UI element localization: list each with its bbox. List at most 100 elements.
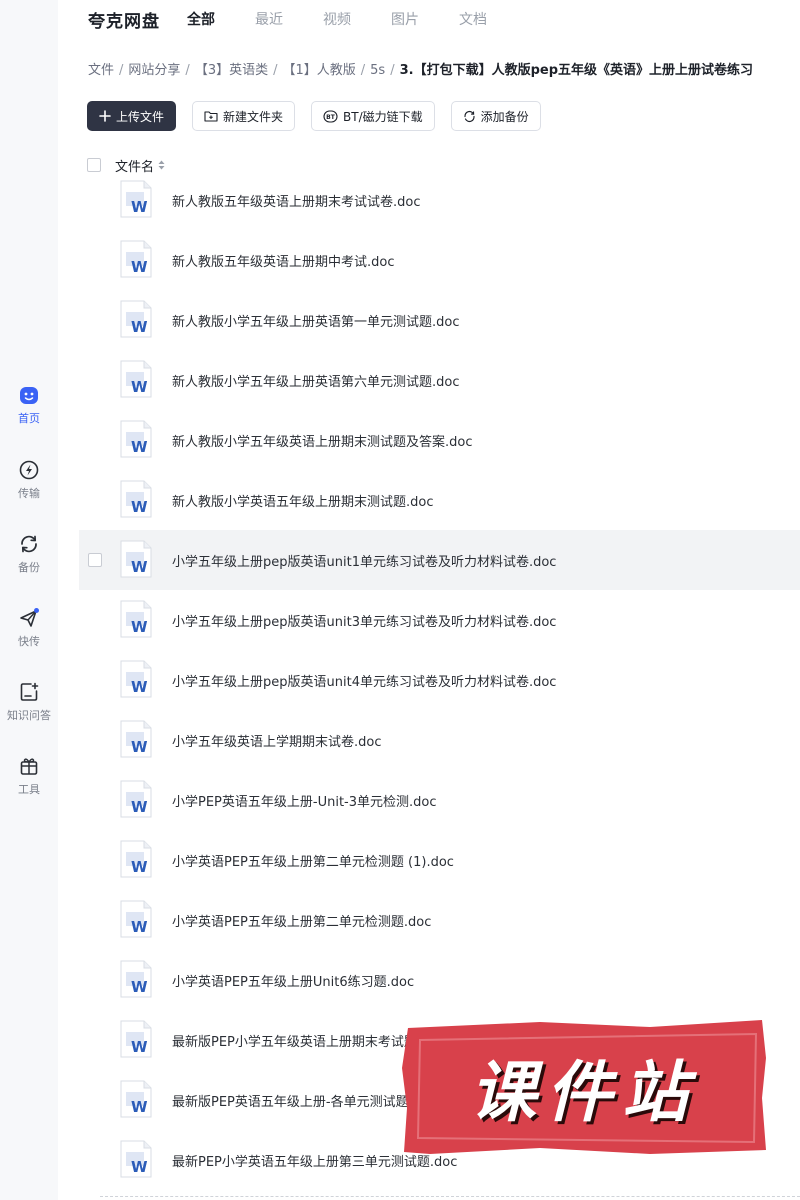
- breadcrumb-english[interactable]: 【3】英语类: [195, 63, 268, 78]
- word-doc-icon: W: [120, 1140, 152, 1178]
- word-doc-icon: W: [120, 300, 152, 338]
- breadcrumb-site-share[interactable]: 网站分享: [128, 63, 180, 78]
- word-doc-icon: W: [120, 480, 152, 518]
- word-doc-icon: W: [120, 720, 152, 758]
- breadcrumb-separator: /: [185, 63, 190, 78]
- sync-icon: [464, 110, 475, 122]
- nav-item-knowledge-qa[interactable]: 知识问答: [0, 681, 58, 723]
- svg-text:W: W: [131, 558, 148, 576]
- breadcrumb-files[interactable]: 文件: [88, 63, 114, 78]
- breadcrumb-separator: /: [360, 63, 366, 78]
- app-title: 夸克网盘: [88, 12, 160, 32]
- word-doc-icon: W: [120, 900, 152, 938]
- file-name: 小学英语PEP五年级上册Unit6练习题.doc: [172, 975, 415, 990]
- nav-item-backup[interactable]: 备份: [0, 533, 58, 575]
- file-row[interactable]: W 小学PEP英语五年级上册-Unit-3单元检测.doc: [79, 770, 800, 830]
- svg-text:W: W: [131, 618, 148, 636]
- file-row[interactable]: W 新人教版五年级英语上册期中考试.doc: [79, 230, 800, 290]
- word-doc-icon: W: [120, 660, 152, 698]
- file-name: 小学英语PEP五年级上册第二单元检测题.doc: [172, 915, 432, 930]
- svg-text:W: W: [131, 678, 148, 696]
- toolbox-icon: [20, 758, 38, 775]
- file-row[interactable]: W 小学五年级上册pep版英语unit4单元练习试卷及听力材料试卷.doc: [79, 650, 800, 710]
- file-name: 新人教版五年级英语上册期末考试试卷.doc: [172, 195, 421, 210]
- new-folder-button[interactable]: 新建文件夹: [192, 101, 296, 131]
- word-doc-icon: W: [120, 780, 152, 818]
- folder-plus-icon: [204, 111, 218, 122]
- file-name: 新人教版小学五年级英语上册期末测试题及答案.doc: [172, 435, 473, 450]
- file-row[interactable]: W 新人教版五年级英语上册期末考试试卷.doc: [79, 170, 800, 230]
- svg-text:W: W: [131, 258, 148, 276]
- nav-item-home[interactable]: 首页: [0, 384, 58, 426]
- svg-text:W: W: [131, 738, 148, 756]
- svg-text:W: W: [131, 798, 148, 816]
- tab-video[interactable]: 视频: [323, 9, 351, 29]
- file-name: 新人教版小学五年级上册英语第一单元测试题.doc: [172, 315, 460, 330]
- file-name: 小学英语PEP五年级上册第二单元检测题 (1).doc: [172, 855, 454, 870]
- file-name: 小学五年级英语上学期期末试卷.doc: [172, 735, 382, 750]
- file-name: 新人教版小学五年级上册英语第六单元测试题.doc: [172, 375, 460, 390]
- upload-file-label: 上传文件: [116, 109, 165, 124]
- file-row-checkbox[interactable]: [88, 553, 102, 567]
- add-backup-button[interactable]: 添加备份: [450, 101, 541, 131]
- svg-text:W: W: [131, 498, 148, 516]
- file-name: 小学五年级上册pep版英语unit4单元练习试卷及听力材料试卷.doc: [172, 675, 557, 690]
- file-name: 小学PEP英语五年级上册-Unit-3单元检测.doc: [172, 795, 437, 810]
- breadcrumb-current-folder: 3.【打包下载】人教版pep五年级《英语》上册上册试卷练习: [399, 63, 754, 78]
- word-doc-icon: W: [120, 1020, 152, 1058]
- svg-text:W: W: [131, 1038, 148, 1056]
- breadcrumb-separator: /: [390, 63, 395, 78]
- file-name: 小学五年级上册pep版英语unit3单元练习试卷及听力材料试卷.doc: [172, 615, 557, 630]
- tab-images[interactable]: 图片: [391, 9, 419, 29]
- file-row[interactable]: W 新人教版小学英语五年级上册期末测试题.doc: [79, 470, 800, 530]
- bt-magnet-icon: BT: [323, 109, 338, 123]
- file-row[interactable]: W 小学五年级上册pep版英语unit3单元练习试卷及听力材料试卷.doc: [79, 590, 800, 650]
- upload-file-button[interactable]: 上传文件: [87, 101, 177, 131]
- left-nav-rail: 首页 传输 备份 快传 知识问答 工具: [0, 0, 58, 1200]
- breadcrumb: 文件 / 网站分享 / 【3】英语类 / 【1】人教版 / 5s / 3.【打包下载】人教版pep五…: [88, 59, 800, 78]
- list-divider: [100, 1196, 800, 1197]
- word-doc-icon: W: [120, 840, 152, 878]
- nav-home-label: 首页: [18, 412, 40, 425]
- svg-text:W: W: [131, 318, 148, 336]
- bt-magnet-download-button[interactable]: BT BT/磁力链下载: [311, 101, 435, 131]
- watermark-stamp: 课件站: [400, 1018, 768, 1156]
- word-doc-icon: W: [120, 540, 152, 578]
- file-row[interactable]: W 小学五年级上册pep版英语unit1单元练习试卷及听力材料试卷.doc: [79, 530, 800, 590]
- breadcrumb-5s[interactable]: 5s: [370, 63, 385, 78]
- toolbar: 上传文件 新建文件夹 BT BT/磁力链下载 添加备份: [87, 101, 557, 131]
- svg-text:W: W: [131, 198, 148, 216]
- new-folder-label: 新建文件夹: [223, 109, 284, 124]
- file-row[interactable]: W 小学英语PEP五年级上册第二单元检测题 (1).doc: [79, 830, 800, 890]
- tab-recent[interactable]: 最近: [255, 9, 283, 29]
- nav-item-transfer[interactable]: 传输: [0, 459, 58, 501]
- nav-quick-send-label: 快传: [18, 635, 40, 648]
- breadcrumb-pep[interactable]: 【1】人教版: [282, 63, 355, 78]
- file-name: 小学五年级上册pep版英语unit1单元练习试卷及听力材料试卷.doc: [172, 555, 557, 570]
- word-doc-icon: W: [120, 1080, 152, 1118]
- add-backup-label: 添加备份: [480, 109, 529, 124]
- file-row[interactable]: W 新人教版小学五年级英语上册期末测试题及答案.doc: [79, 410, 800, 470]
- watermark-text: 课件站: [470, 1054, 698, 1131]
- nav-tools-label: 工具: [18, 783, 40, 796]
- tab-all[interactable]: 全部: [187, 9, 215, 29]
- file-row[interactable]: W 新人教版小学五年级上册英语第六单元测试题.doc: [79, 350, 800, 410]
- nav-transfer-label: 传输: [18, 487, 40, 500]
- tab-documents[interactable]: 文档: [459, 9, 487, 29]
- file-row[interactable]: W 小学五年级英语上学期期末试卷.doc: [79, 710, 800, 770]
- breadcrumb-separator: /: [119, 63, 124, 78]
- svg-text:W: W: [131, 1158, 148, 1176]
- nav-backup-label: 备份: [18, 561, 40, 574]
- backup-sync-icon: [21, 535, 37, 553]
- bt-magnet-download-label: BT/磁力链下载: [343, 109, 423, 124]
- file-row[interactable]: W 小学英语PEP五年级上册第二单元检测题.doc: [79, 890, 800, 950]
- word-doc-icon: W: [120, 240, 152, 278]
- file-name: 新人教版五年级英语上册期中考试.doc: [172, 255, 395, 270]
- file-row[interactable]: W 小学英语PEP五年级上册Unit6练习题.doc: [79, 950, 800, 1010]
- file-row[interactable]: W 新人教版小学五年级上册英语第一单元测试题.doc: [79, 290, 800, 350]
- file-name: 新人教版小学英语五年级上册期末测试题.doc: [172, 495, 434, 510]
- nav-item-quick-send[interactable]: 快传: [0, 607, 58, 649]
- sort-icon: [158, 160, 165, 170]
- nav-item-tools[interactable]: 工具: [0, 755, 58, 797]
- word-doc-icon: W: [120, 960, 152, 998]
